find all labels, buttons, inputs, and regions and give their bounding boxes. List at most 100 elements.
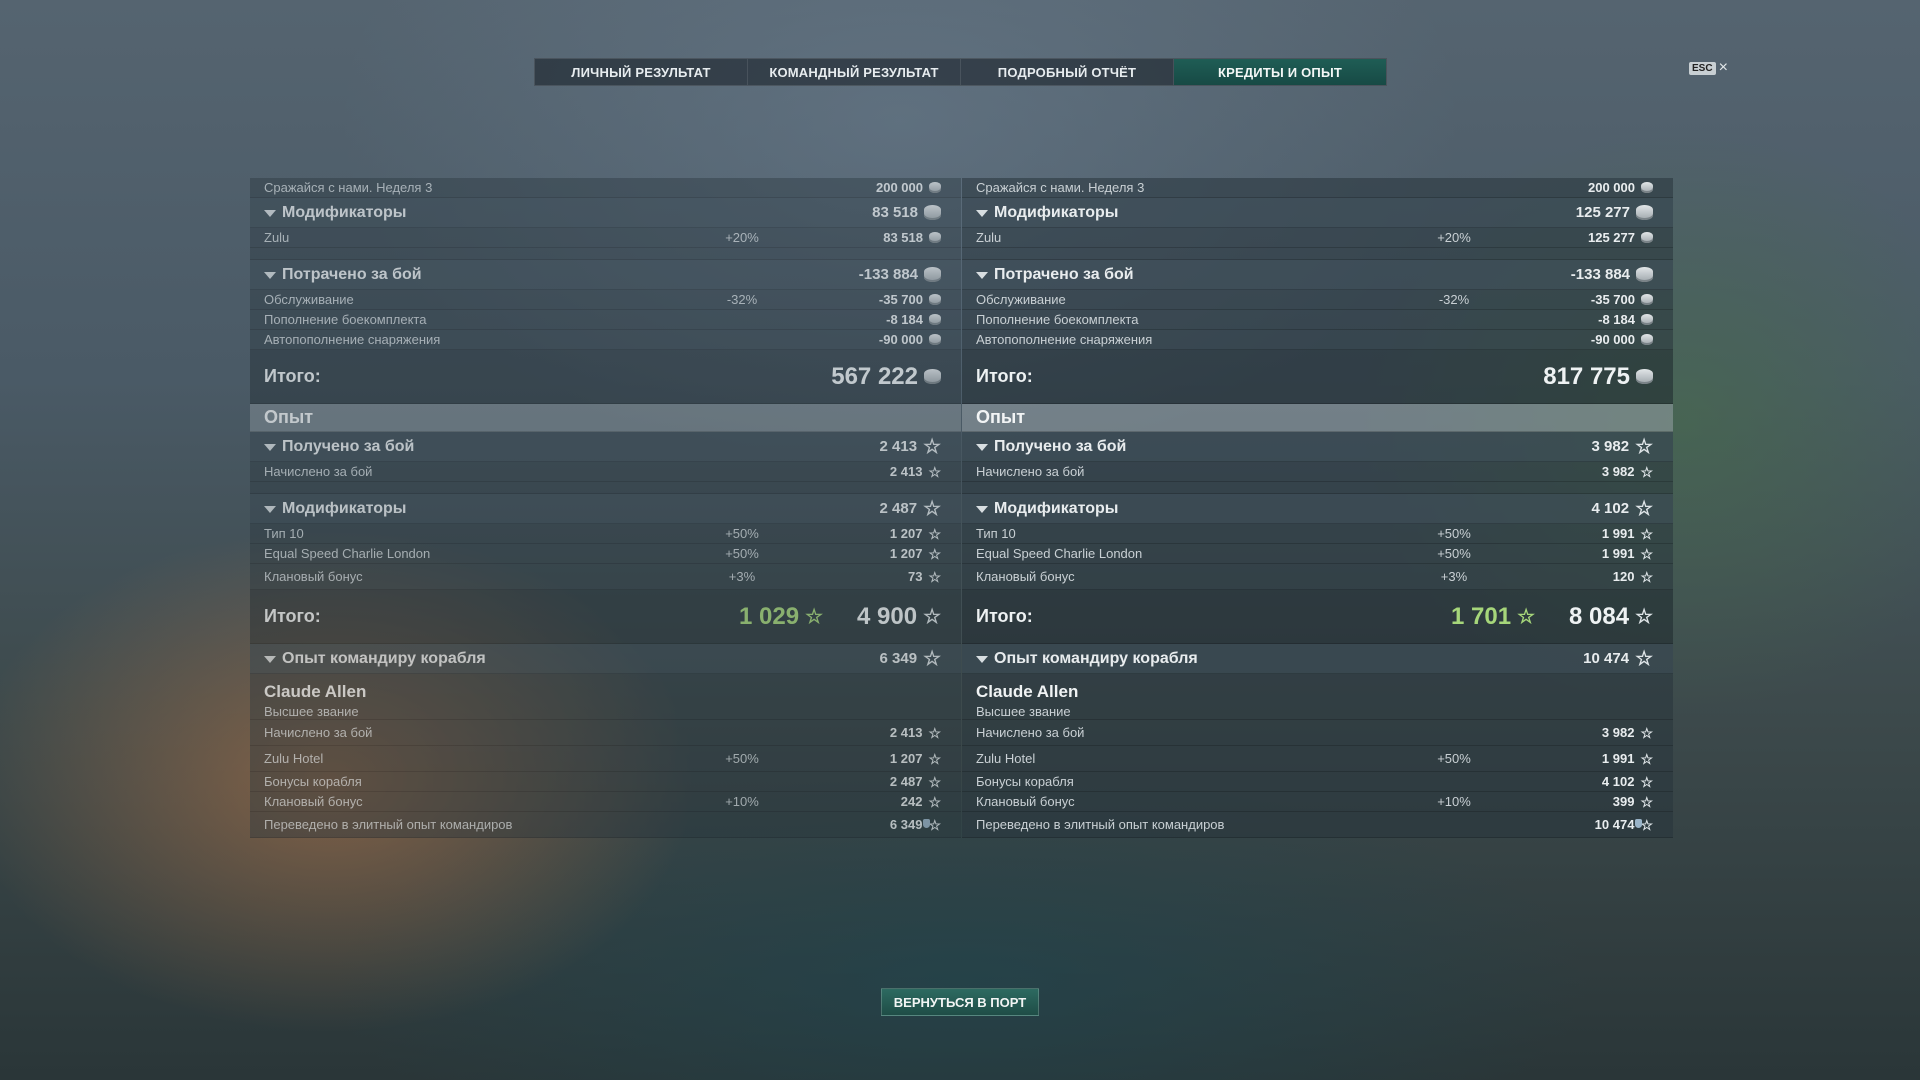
xp-earned-header[interactable]: Получено за бой 3 982 ☆: [962, 432, 1673, 462]
commander-row: Claude Allen Высшее звание: [962, 674, 1673, 720]
xp-star-icon: ☆: [923, 497, 941, 520]
close-button[interactable]: ESC ×: [1689, 60, 1728, 76]
credits-icon: [1636, 267, 1653, 282]
section-value: 2 487: [879, 500, 918, 517]
xp-star-icon: ☆: [923, 435, 941, 458]
ship-bonus-row: Бонусы корабля 4 102 ☆: [962, 772, 1673, 792]
row-value: 2 413: [889, 464, 923, 479]
credits-icon: [1641, 314, 1653, 325]
row-label: Zulu Hotel: [976, 751, 1036, 766]
total-label: Итого:: [976, 606, 1033, 626]
section-label: Модификаторы: [264, 204, 406, 222]
row-percent: +50%: [1437, 546, 1471, 561]
row-label: Equal Speed Charlie London: [264, 546, 431, 561]
xp-star-icon: ☆: [1640, 724, 1653, 741]
row-label: Сражайся с нами. Неделя 3: [264, 180, 433, 195]
row-label: Сражайся с нами. Неделя 3: [976, 180, 1145, 195]
credits-total-row: Итого: 817 775: [962, 350, 1673, 404]
row-label: Клановый бонус: [264, 794, 363, 809]
spent-header[interactable]: Потрачено за бой -133 884: [962, 260, 1673, 290]
row-label: Автопополнение снаряжения: [264, 332, 441, 347]
event-credits-row: Сражайся с нами. Неделя 3 200 000: [250, 178, 961, 198]
row-label: Клановый бонус: [264, 569, 363, 584]
row-label: Переведено в элитный опыт командиров: [976, 817, 1225, 832]
clan-bonus-row: Клановый бонус +3% 120 ☆: [962, 564, 1673, 590]
row-value: 120: [1612, 569, 1635, 584]
cmd-base-row: Начислено за бой 2 413 ☆: [250, 720, 961, 746]
xp-star-icon: ☆: [1640, 525, 1653, 542]
row-value: 1 991: [1601, 546, 1635, 561]
row-value: 200 000: [876, 180, 923, 195]
section-value: 3 982: [1591, 438, 1630, 455]
row-value: 242: [900, 794, 923, 809]
section-title: Опыт: [976, 407, 1026, 427]
service-row: Обслуживание -32% -35 700: [962, 290, 1673, 310]
esc-key-badge: ESC: [1689, 61, 1716, 75]
tab-detailed-report[interactable]: ПОДРОБНЫЙ ОТЧЁТ: [961, 59, 1174, 85]
xp-modifiers-header[interactable]: Модификаторы 2 487 ☆: [250, 494, 961, 524]
spacer: [250, 482, 961, 494]
spacer: [962, 482, 1673, 494]
row-label: Начислено за бой: [264, 464, 373, 479]
row-value: -90 000: [1590, 332, 1635, 347]
elite-xp-row: Переведено в элитный опыт командиров 10 …: [962, 812, 1673, 838]
spacer: [962, 248, 1673, 260]
cmd-base-row: Начислено за бой 3 982 ☆: [962, 720, 1673, 746]
credit-modifiers-header[interactable]: Модификаторы 83 518: [250, 198, 961, 228]
xp-star-icon: ☆: [1640, 793, 1653, 810]
spent-header[interactable]: Потрачено за бой -133 884: [250, 260, 961, 290]
xp-earned-header[interactable]: Получено за бой 2 413 ☆: [250, 432, 961, 462]
tab-team-result[interactable]: КОМАНДНЫЙ РЕЗУЛЬТАТ: [748, 59, 961, 85]
row-label: Пополнение боекомплекта: [976, 312, 1139, 327]
free-xp-star-icon: ☆: [805, 605, 823, 628]
elite-commander-xp-icon: ☆: [923, 816, 941, 833]
row-percent: +50%: [1437, 526, 1471, 541]
credits-icon: [924, 369, 941, 384]
total-label: Итого:: [264, 606, 321, 626]
row-label: Переведено в элитный опыт командиров: [264, 817, 513, 832]
section-value: 4 102: [1591, 500, 1630, 517]
section-label: Получено за бой: [264, 438, 414, 456]
row-label: Обслуживание: [976, 292, 1066, 307]
credit-modifiers-header[interactable]: Модификаторы 125 277: [962, 198, 1673, 228]
commander-xp-header[interactable]: Опыт командиру корабля 6 349 ☆: [250, 644, 961, 674]
row-value: 200 000: [1588, 180, 1635, 195]
row-value: 10 474: [1594, 817, 1635, 832]
zulu-hotel-row: Zulu Hotel +50% 1 991 ☆: [962, 746, 1673, 772]
section-value: 6 349: [879, 650, 918, 667]
row-percent: +3%: [1440, 569, 1468, 584]
row-percent: +50%: [725, 751, 759, 766]
row-value: 125 277: [1588, 230, 1635, 245]
consumables-row: Автопополнение снаряжения -90 000: [962, 330, 1673, 350]
return-to-port-button[interactable]: ВЕРНУТЬСЯ В ПОРТ: [881, 988, 1039, 1016]
row-value: 6 349: [889, 817, 923, 832]
commander-name: Claude Allen: [976, 682, 1079, 701]
tier10-row: Тип 10 +50% 1 207 ☆: [250, 524, 961, 544]
credits-icon: [929, 232, 941, 243]
xp-base-row: Начислено за бой 3 982 ☆: [962, 462, 1673, 482]
clan-bonus-row: Клановый бонус +3% 73 ☆: [250, 564, 961, 590]
service-row: Обслуживание -32% -35 700: [250, 290, 961, 310]
tier10-row: Тип 10 +50% 1 991 ☆: [962, 524, 1673, 544]
row-value: 1 207: [889, 546, 923, 561]
commander-row: Claude Allen Высшее звание: [250, 674, 961, 720]
section-title: Опыт: [264, 407, 314, 427]
section-value: 2 413: [879, 438, 918, 455]
tab-credits-and-xp[interactable]: КРЕДИТЫ И ОПЫТ: [1174, 59, 1386, 85]
event-credits-row: Сражайся с нами. Неделя 3 200 000: [962, 178, 1673, 198]
tab-personal-result[interactable]: ЛИЧНЫЙ РЕЗУЛЬТАТ: [535, 59, 748, 85]
xp-section-header: Опыт: [962, 404, 1673, 432]
row-label: Начислено за бой: [976, 725, 1085, 740]
row-label: Клановый бонус: [976, 794, 1075, 809]
consumables-row: Автопополнение снаряжения -90 000: [250, 330, 961, 350]
xp-star-icon: ☆: [1635, 647, 1653, 670]
credits-icon: [1636, 205, 1653, 220]
cmd-clan-row: Клановый бонус +10% 399 ☆: [962, 792, 1673, 812]
credits-icon: [1641, 232, 1653, 243]
section-value: -133 884: [1570, 266, 1630, 283]
row-value: 4 102: [1601, 774, 1635, 789]
commander-xp-header[interactable]: Опыт командиру корабля 10 474 ☆: [962, 644, 1673, 674]
row-value: 1 991: [1601, 751, 1635, 766]
xp-modifiers-header[interactable]: Модификаторы 4 102 ☆: [962, 494, 1673, 524]
ammo-row: Пополнение боекомплекта -8 184: [250, 310, 961, 330]
